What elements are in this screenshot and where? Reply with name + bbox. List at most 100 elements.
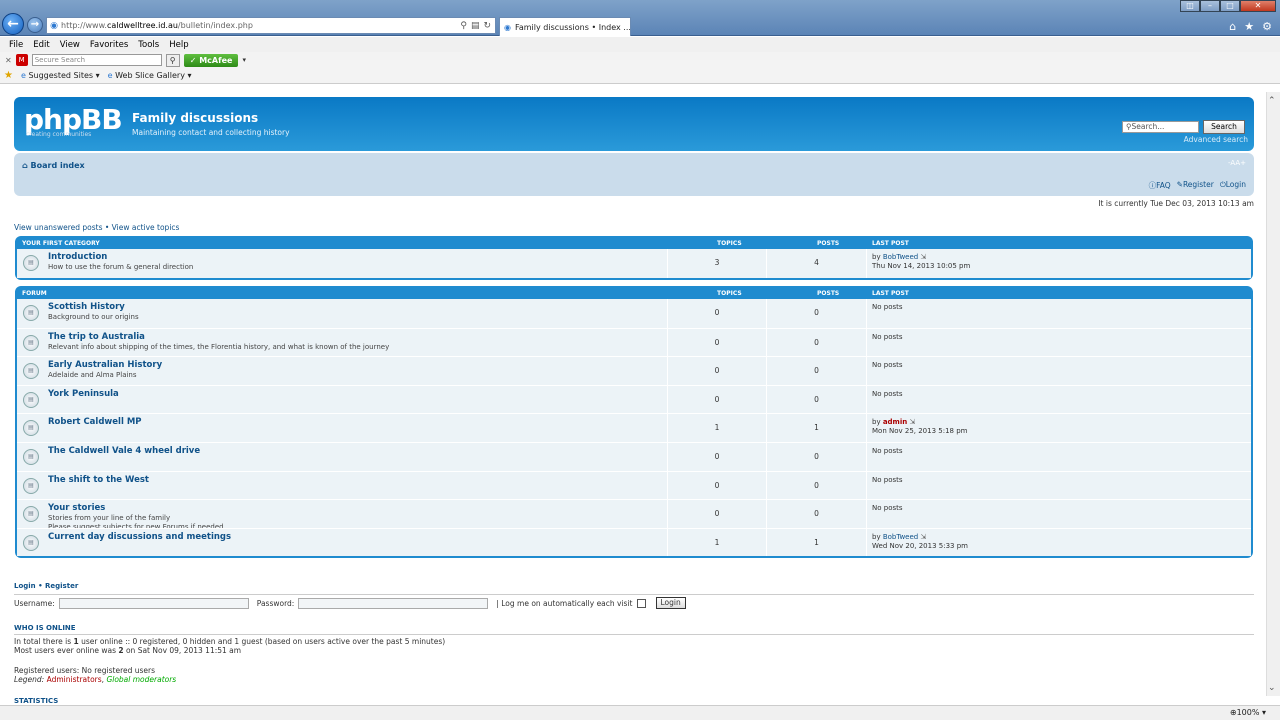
window-close-button[interactable]: ✕ xyxy=(1240,0,1276,12)
fav-web-slice-gallery[interactable]: e Web Slice Gallery ▾ xyxy=(108,71,192,80)
forum-search-input[interactable]: ⚲Search... xyxy=(1122,121,1199,133)
category-name[interactable]: Your first category xyxy=(22,240,100,247)
forward-arrow-icon: → xyxy=(30,19,40,30)
forum-post-count: 0 xyxy=(767,471,867,500)
scroll-up-icon[interactable]: ⌃ xyxy=(1268,96,1276,106)
forum-title-link[interactable]: Scottish History xyxy=(48,302,125,312)
window-maximize-button[interactable]: □ xyxy=(1220,0,1240,12)
legend-global-moderators[interactable]: Global moderators xyxy=(106,675,176,684)
compat-view-icon[interactable]: ▤ xyxy=(471,21,480,31)
forum-post-count: 0 xyxy=(767,357,867,385)
window-restore-button[interactable]: ◫ xyxy=(1180,0,1200,12)
scroll-down-icon[interactable]: ⌄ xyxy=(1268,683,1276,693)
favorites-bar: ★ e Suggested Sites ▾ e Web Slice Galler… xyxy=(0,68,1280,84)
login-button[interactable]: Login xyxy=(655,597,686,609)
forum-title-link[interactable]: The Caldwell Vale 4 wheel drive xyxy=(48,446,200,456)
url-path: /bulletin/index.php xyxy=(177,21,253,30)
forum-title-link[interactable]: The shift to the West xyxy=(48,475,149,485)
board-index-link[interactable]: ⌂ Board index xyxy=(22,161,85,170)
menu-tools[interactable]: Tools xyxy=(133,40,164,50)
advanced-search-link[interactable]: Advanced search xyxy=(1184,135,1248,144)
quick-links[interactable]: View unanswered posts • View active topi… xyxy=(14,223,179,232)
forum-title-link[interactable]: The trip to Australia xyxy=(48,332,145,342)
forum-post-count: 0 xyxy=(767,328,867,357)
username-input[interactable] xyxy=(58,597,249,609)
mcafee-button[interactable]: ✓ McAfee xyxy=(183,53,239,67)
forum-topic-count: 0 xyxy=(667,385,767,414)
forum-title-link[interactable]: Your stories xyxy=(48,503,105,513)
favorites-icon[interactable]: ★ xyxy=(4,70,13,81)
back-button[interactable]: ← xyxy=(2,13,24,35)
view-latest-post-icon[interactable]: ⇲ xyxy=(918,533,926,541)
menu-file[interactable]: File xyxy=(4,40,28,50)
forum-description-line: How to use the forum & general direction xyxy=(48,263,194,271)
secure-search-button[interactable]: ⚲ xyxy=(165,53,180,67)
forum-topic-count: 0 xyxy=(667,328,767,357)
close-icon: ✕ xyxy=(1254,1,1262,10)
divider xyxy=(14,634,1254,635)
password-input[interactable] xyxy=(298,597,489,609)
online-text: on Sat Nov 09, 2013 11:51 am xyxy=(123,646,242,655)
forum-title-link[interactable]: Early Australian History xyxy=(48,360,162,370)
forward-button[interactable]: → xyxy=(27,17,43,33)
toolbar-close-icon[interactable]: ✕ xyxy=(5,56,12,65)
menu-favorites[interactable]: Favorites xyxy=(85,40,133,50)
view-latest-post-icon[interactable]: ⇲ xyxy=(918,253,926,261)
legend-administrators[interactable]: Administrators xyxy=(47,675,102,684)
mcafee-shield-icon: M xyxy=(15,54,28,66)
tab-title: Family discussions • Index ... xyxy=(514,22,631,32)
mcafee-dropdown-icon[interactable]: ▾ xyxy=(242,56,246,64)
favorites-star-icon[interactable]: ★ xyxy=(1244,20,1254,33)
forum-title-link[interactable]: Robert Caldwell MP xyxy=(48,417,142,427)
forum-description-line: Stories from your line of the family xyxy=(48,514,171,523)
view-latest-post-icon[interactable]: ⇲ xyxy=(907,418,915,426)
menu-view[interactable]: View xyxy=(55,40,85,50)
last-post-by: by xyxy=(872,532,883,541)
login-register-heading[interactable]: Login • Register xyxy=(14,582,78,590)
gear-icon[interactable]: ⚙ xyxy=(1262,20,1272,33)
last-post-user-link[interactable]: BobTweed xyxy=(883,533,918,541)
col-topics: Topics xyxy=(717,240,742,247)
address-bar[interactable]: ◉ http://www.caldwelltree.id.au/bulletin… xyxy=(46,17,496,34)
secure-search-input[interactable]: Secure Search xyxy=(31,54,162,66)
login-link[interactable]: ⏻Login xyxy=(1220,180,1246,191)
faq-link[interactable]: ⓘFAQ xyxy=(1149,180,1171,191)
autologin-checkbox[interactable] xyxy=(636,598,646,608)
category-name[interactable]: Forum xyxy=(22,290,47,297)
zoom-control[interactable]: ⊕100% ▾ xyxy=(1230,708,1266,717)
forum-last-post: by BobTweed ⇲ Wed Nov 20, 2013 5:33 pm xyxy=(872,533,968,551)
forum-title-link[interactable]: Introduction xyxy=(48,252,107,262)
forum-read-icon: ▤ xyxy=(23,363,39,380)
registered-users: Registered users: No registered users Le… xyxy=(14,666,176,684)
last-post-user-link[interactable]: admin xyxy=(883,418,907,426)
forum-title-link[interactable]: York Peninsula xyxy=(48,389,119,399)
forum-read-icon: ▤ xyxy=(23,391,39,408)
home-icon[interactable]: ⌂ xyxy=(1229,20,1236,33)
refresh-icon[interactable]: ↻ xyxy=(483,21,491,31)
last-post-author-line: by BobTweed ⇲ xyxy=(872,253,970,262)
minimize-icon: – xyxy=(1208,1,1212,10)
online-text: Most users ever online was xyxy=(14,646,119,655)
font-size-control[interactable]: -AA+ xyxy=(1228,159,1246,167)
menu-help[interactable]: Help xyxy=(164,40,193,50)
check-icon: ✓ xyxy=(189,55,200,65)
fav-suggested-sites[interactable]: e Suggested Sites ▾ xyxy=(21,71,100,80)
forum-search-button[interactable]: Search xyxy=(1203,120,1245,134)
help-icon: ⓘ xyxy=(1148,181,1157,190)
vertical-scrollbar[interactable] xyxy=(1266,92,1280,696)
register-link[interactable]: ✎Register xyxy=(1177,180,1214,191)
forum-row: ▤ The trip to Australia Relevant info abou… xyxy=(17,327,1251,357)
online-text: In total there is xyxy=(14,637,74,646)
window-minimize-button[interactable]: – xyxy=(1200,0,1220,12)
forum-description: Background to our origins xyxy=(48,313,139,322)
forum-read-icon: ▤ xyxy=(23,255,39,271)
last-post-time: Thu Nov 14, 2013 10:05 pm xyxy=(872,262,971,270)
ie-icon: e xyxy=(107,71,116,80)
forum-post-count: 1 xyxy=(767,528,867,557)
last-post-user-link[interactable]: BobTweed xyxy=(883,253,918,261)
menu-edit[interactable]: Edit xyxy=(28,40,54,50)
forum-title-link[interactable]: Current day discussions and meetings xyxy=(48,532,231,542)
tab-family-discussions[interactable]: ◉ Family discussions • Index ... ✕ xyxy=(499,17,631,36)
address-url[interactable]: http://www.caldwelltree.id.au/bulletin/i… xyxy=(61,21,460,30)
search-icon[interactable]: ⚲ xyxy=(460,21,467,31)
